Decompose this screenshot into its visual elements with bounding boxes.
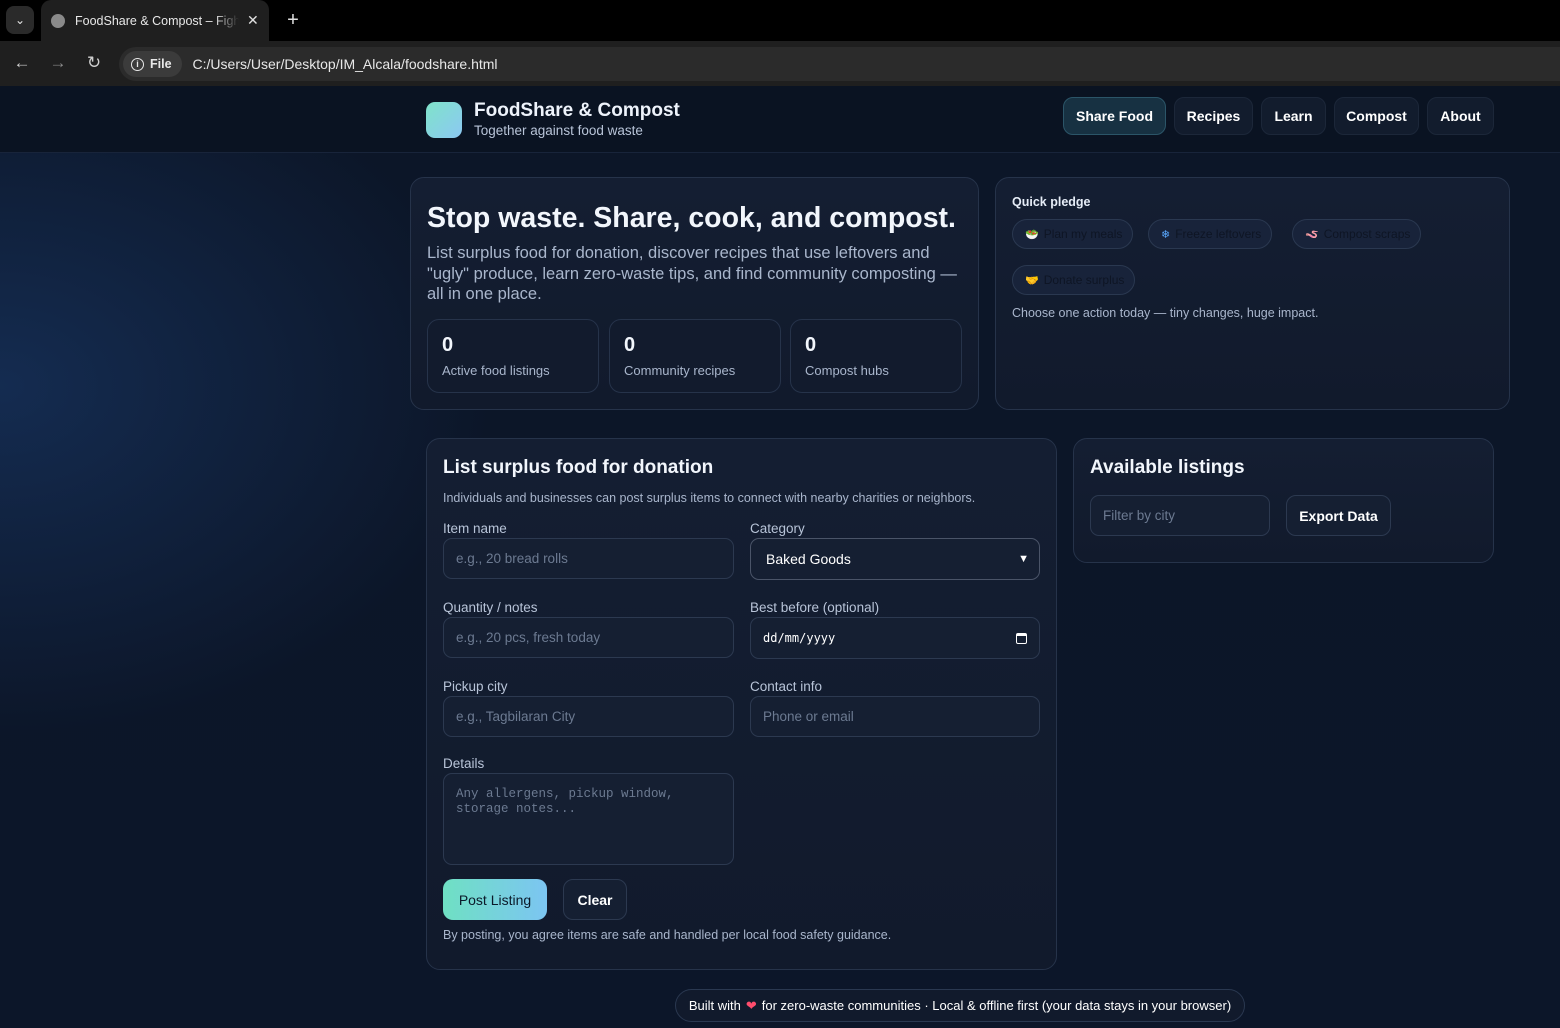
- form-title: List surplus food for donation: [443, 457, 714, 478]
- quantity-input[interactable]: e.g., 20 pcs, fresh today: [443, 617, 734, 658]
- footer-text-after: for zero-waste communities · Local & off…: [761, 998, 1232, 1013]
- footer: Built with ❤ for zero-waste communities …: [675, 989, 1245, 1022]
- pickup-city-label: Pickup city: [443, 679, 508, 694]
- pledge-card: Quick pledge 🥗 Plan my meals ❄ Freeze le…: [995, 177, 1510, 410]
- chevron-down-icon: ▼: [1018, 553, 1029, 565]
- tab-title: FoodShare & Compost – Fight Food Waste: [75, 13, 239, 28]
- stat-label: Active food listings: [442, 363, 550, 378]
- listings-card: Available listings Filter by city Export…: [1073, 438, 1494, 563]
- category-select[interactable]: Baked Goods ▼: [750, 538, 1040, 580]
- tab-close-icon[interactable]: ✕: [247, 12, 259, 29]
- listings-title: Available listings: [1090, 457, 1245, 478]
- pledge-chip-compost-scraps[interactable]: 🪱 Compost scraps: [1292, 219, 1422, 249]
- forward-arrow-icon[interactable]: →: [44, 49, 72, 77]
- footer-text-before: Built with: [688, 998, 741, 1013]
- hero-card: Stop waste. Share, cook, and compost. Li…: [410, 177, 979, 410]
- item-name-input[interactable]: e.g., 20 bread rolls: [443, 538, 734, 579]
- browser-tabbar: ⌄ FoodShare & Compost – Fight Food Waste…: [0, 0, 1560, 41]
- back-arrow-icon[interactable]: ←: [8, 49, 36, 77]
- best-before-label: Best before (optional): [750, 600, 880, 615]
- nav-about[interactable]: About: [1427, 97, 1494, 135]
- chip-label: Compost scraps: [1323, 227, 1411, 241]
- new-tab-icon[interactable]: +: [282, 7, 304, 33]
- worm-icon: 🪱: [1305, 228, 1319, 241]
- snowflake-icon: ❄: [1161, 228, 1171, 241]
- details-textarea[interactable]: Any allergens, pickup window, storage no…: [443, 773, 734, 865]
- contact-label: Contact info: [750, 679, 823, 694]
- best-before-input[interactable]: dd/mm/yyyy: [750, 617, 1040, 659]
- form-description: Individuals and businesses can post surp…: [443, 491, 976, 505]
- globe-icon: [51, 13, 65, 28]
- stat-value: 0: [442, 334, 454, 356]
- city-filter-input[interactable]: Filter by city: [1090, 495, 1270, 536]
- nav-recipes[interactable]: Recipes: [1174, 97, 1253, 135]
- chip-label: Donate surplus: [1043, 273, 1125, 287]
- nav-learn[interactable]: Learn: [1261, 97, 1326, 135]
- form-safety-note: By posting, you agree items are safe and…: [443, 928, 892, 942]
- reload-icon[interactable]: ↻: [80, 49, 108, 77]
- pledge-chip-plan-meals[interactable]: 🥗 Plan my meals: [1012, 219, 1134, 249]
- hero-text: List surplus food for donation, discover…: [427, 244, 957, 303]
- calendar-icon[interactable]: [1016, 632, 1027, 644]
- handshake-icon: 🤝: [1025, 274, 1039, 287]
- site-info-chip[interactable]: i File: [123, 51, 182, 77]
- stat-label: Community recipes: [624, 363, 736, 378]
- nav-compost[interactable]: Compost: [1334, 97, 1419, 135]
- pledge-title: Quick pledge: [1012, 195, 1091, 209]
- stat-value: 0: [805, 334, 817, 356]
- hero-title: Stop waste. Share, cook, and compost.: [427, 202, 956, 234]
- chip-label: Freeze leftovers: [1175, 227, 1262, 241]
- donation-form-card: List surplus food for donation Individua…: [426, 438, 1057, 970]
- date-placeholder: dd/mm/yyyy: [763, 631, 836, 645]
- quantity-label: Quantity / notes: [443, 600, 538, 615]
- address-bar[interactable]: i File C:/Users/User/Desktop/IM_Alcala/f…: [119, 47, 1560, 81]
- browser-toolbar: ← → ↻ i File C:/Users/User/Desktop/IM_Al…: [0, 41, 1560, 86]
- item-name-label: Item name: [443, 521, 507, 536]
- heart-icon: ❤: [745, 997, 757, 1013]
- page: FoodShare & Compost Together against foo…: [0, 86, 1560, 1028]
- pledge-chip-freeze-leftovers[interactable]: ❄ Freeze leftovers: [1148, 219, 1273, 249]
- tab-list-dropdown-icon[interactable]: ⌄: [6, 6, 34, 34]
- site-info-label: File: [150, 57, 172, 71]
- pickup-city-input[interactable]: e.g., Tagbilaran City: [443, 696, 734, 737]
- url-text[interactable]: C:/Users/User/Desktop/IM_Alcala/foodshar…: [193, 56, 498, 72]
- salad-icon: 🥗: [1025, 228, 1039, 241]
- export-data-button[interactable]: Export Data: [1286, 495, 1391, 536]
- brand-logo: [426, 102, 462, 138]
- chip-label: Plan my meals: [1043, 227, 1123, 241]
- details-label: Details: [443, 756, 485, 771]
- pledge-note: Choose one action today — tiny changes, …: [1012, 306, 1319, 320]
- stat-card-recipes: 0 Community recipes: [609, 319, 781, 393]
- pledge-chip-donate-surplus[interactable]: 🤝 Donate surplus: [1012, 265, 1136, 295]
- stat-value: 0: [624, 334, 636, 356]
- stat-label: Compost hubs: [805, 363, 889, 378]
- stat-card-compost-hubs: 0 Compost hubs: [790, 319, 962, 393]
- post-listing-button[interactable]: Post Listing: [443, 879, 547, 920]
- contact-input[interactable]: Phone or email: [750, 696, 1040, 737]
- brand-subtitle: Together against food waste: [474, 123, 643, 138]
- category-label: Category: [750, 521, 805, 536]
- category-value: Baked Goods: [766, 551, 851, 567]
- stat-card-listings: 0 Active food listings: [427, 319, 599, 393]
- site-header: FoodShare & Compost Together against foo…: [0, 86, 1560, 153]
- brand-title: FoodShare & Compost: [474, 100, 680, 121]
- clear-button[interactable]: Clear: [563, 879, 627, 920]
- browser-tab[interactable]: FoodShare & Compost – Fight Food Waste ✕: [41, 0, 269, 41]
- nav-share-food[interactable]: Share Food: [1063, 97, 1166, 135]
- info-icon: i: [131, 57, 144, 71]
